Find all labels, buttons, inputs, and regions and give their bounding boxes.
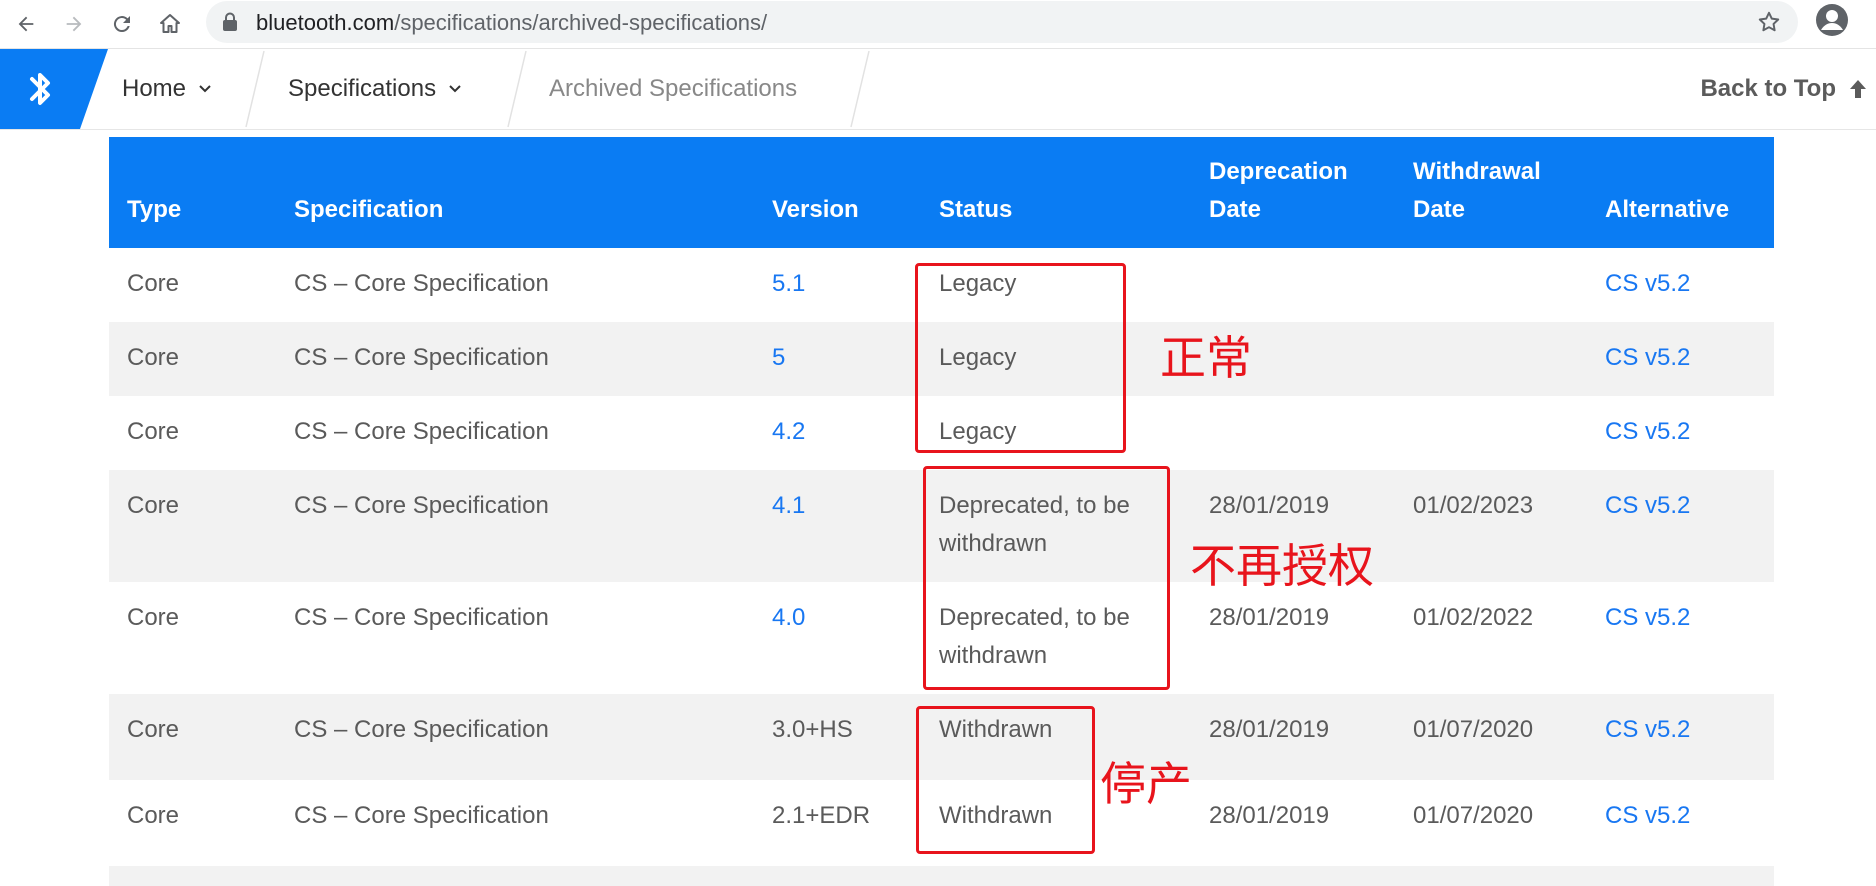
col-deprecation-line2: Date bbox=[1209, 196, 1262, 223]
cell-version: 2.1+EDR bbox=[772, 802, 871, 829]
col-deprecation-line1: Deprecation bbox=[1209, 158, 1348, 185]
alternative-link[interactable]: CS v5.2 bbox=[1605, 339, 1690, 377]
forward-button[interactable] bbox=[56, 6, 92, 42]
menu-home-label: Home bbox=[122, 75, 187, 102]
menu-specifications[interactable]: Specifications bbox=[288, 49, 462, 129]
back-to-top-label: Back to Top bbox=[1700, 75, 1836, 102]
cell-spec: CS – Core Specification bbox=[294, 802, 549, 829]
cell-spec: CS – Core Specification bbox=[294, 716, 549, 743]
site-header: Home Specifications Archived Specificati… bbox=[0, 49, 1876, 130]
cell-deprecation-date: 28/01/2019 bbox=[1209, 716, 1330, 743]
version-link[interactable]: 4.0 bbox=[772, 599, 805, 637]
cell-type: Core bbox=[127, 418, 180, 445]
cell-spec: CS – Core Specification bbox=[294, 418, 549, 445]
col-withdrawal-date: Withdrawal Date bbox=[1413, 153, 1541, 229]
reload-icon bbox=[113, 16, 130, 33]
browser-toolbar: bluetooth.com/specifications/archived-sp… bbox=[0, 0, 1876, 49]
annotation-deauthorized: 不再授权 bbox=[1190, 539, 1374, 593]
version-link[interactable]: 5.1 bbox=[772, 265, 805, 303]
cell-deprecation-date: 28/01/2019 bbox=[1209, 802, 1330, 829]
col-version: Version bbox=[772, 196, 859, 223]
menu-specifications-label: Specifications bbox=[288, 75, 437, 102]
arrow-up-icon bbox=[1850, 80, 1866, 98]
annotation-box-deauthorized bbox=[923, 466, 1170, 690]
cell-spec: CS – Core Specification bbox=[294, 344, 549, 371]
annotation-discontinued: 停产 bbox=[1100, 757, 1192, 811]
cell-withdrawal-date: 01/07/2020 bbox=[1413, 802, 1534, 829]
url-path: /specifications/archived-specifications/ bbox=[394, 10, 768, 35]
cell-type: Core bbox=[127, 344, 180, 371]
url-text: bluetooth.com/specifications/archived-sp… bbox=[256, 10, 767, 36]
cell-type: Core bbox=[127, 604, 180, 631]
chevron-down-icon bbox=[198, 84, 212, 94]
alternative-link[interactable]: CS v5.2 bbox=[1605, 265, 1690, 303]
col-specification: Specification bbox=[294, 196, 444, 223]
table-row bbox=[109, 866, 1774, 886]
alternative-link[interactable]: CS v5.2 bbox=[1605, 599, 1690, 637]
reload-button[interactable] bbox=[104, 6, 140, 42]
home-button[interactable] bbox=[152, 6, 188, 42]
lock-icon bbox=[223, 12, 237, 31]
alternative-link[interactable]: CS v5.2 bbox=[1605, 797, 1690, 835]
col-type: Type bbox=[127, 196, 182, 223]
alternative-link[interactable]: CS v5.2 bbox=[1605, 711, 1690, 749]
divider bbox=[507, 50, 527, 128]
version-link[interactable]: 4.1 bbox=[772, 487, 805, 525]
cell-deprecation-date: 28/01/2019 bbox=[1209, 604, 1330, 631]
back-button[interactable] bbox=[8, 6, 44, 42]
cell-withdrawal-date: 01/02/2023 bbox=[1413, 492, 1534, 519]
col-status: Status bbox=[939, 196, 1013, 223]
menu-archived-specifications[interactable]: Archived Specifications bbox=[549, 49, 797, 129]
star-icon[interactable] bbox=[1756, 9, 1782, 35]
table-header: Type Specification Version Status Deprec… bbox=[109, 137, 1774, 248]
col-deprecation-date: Deprecation Date bbox=[1209, 153, 1348, 229]
arrow-left-icon bbox=[18, 16, 34, 32]
home-icon bbox=[160, 14, 180, 33]
cell-type: Core bbox=[127, 270, 180, 297]
chevron-down-icon bbox=[448, 84, 462, 94]
menu-archived-label: Archived Specifications bbox=[549, 75, 798, 102]
version-link[interactable]: 4.2 bbox=[772, 413, 805, 451]
bluetooth-logo-icon[interactable] bbox=[0, 49, 108, 129]
cell-type: Core bbox=[127, 492, 180, 519]
col-withdrawal-line1: Withdrawal bbox=[1413, 158, 1541, 185]
divider bbox=[245, 50, 265, 128]
annotation-normal: 正常 bbox=[1160, 331, 1252, 385]
address-bar[interactable]: bluetooth.com/specifications/archived-sp… bbox=[206, 1, 1798, 43]
back-to-top-link[interactable]: Back to Top bbox=[1700, 49, 1868, 129]
cell-withdrawal-date: 01/07/2020 bbox=[1413, 716, 1534, 743]
url-host: bluetooth.com bbox=[256, 10, 395, 35]
cell-spec: CS – Core Specification bbox=[294, 492, 549, 519]
cell-spec: CS – Core Specification bbox=[294, 270, 549, 297]
alternative-link[interactable]: CS v5.2 bbox=[1605, 413, 1690, 451]
cell-type: Core bbox=[127, 802, 180, 829]
account-icon bbox=[1816, 4, 1848, 36]
alternative-link[interactable]: CS v5.2 bbox=[1605, 487, 1690, 525]
profile-avatar[interactable] bbox=[1814, 2, 1850, 43]
cell-withdrawal-date: 01/02/2022 bbox=[1413, 604, 1534, 631]
cell-deprecation-date: 28/01/2019 bbox=[1209, 492, 1330, 519]
cell-spec: CS – Core Specification bbox=[294, 604, 549, 631]
arrow-right-icon bbox=[66, 16, 82, 32]
cell-type: Core bbox=[127, 716, 180, 743]
version-link[interactable]: 5 bbox=[772, 339, 785, 377]
divider bbox=[850, 50, 870, 128]
cell-version: 3.0+HS bbox=[772, 716, 853, 743]
col-withdrawal-line2: Date bbox=[1413, 196, 1466, 223]
annotation-box-discontinued bbox=[916, 706, 1095, 854]
col-alternative: Alternative bbox=[1605, 196, 1730, 223]
menu-home[interactable]: Home bbox=[122, 49, 212, 129]
annotation-box-normal bbox=[915, 263, 1126, 453]
